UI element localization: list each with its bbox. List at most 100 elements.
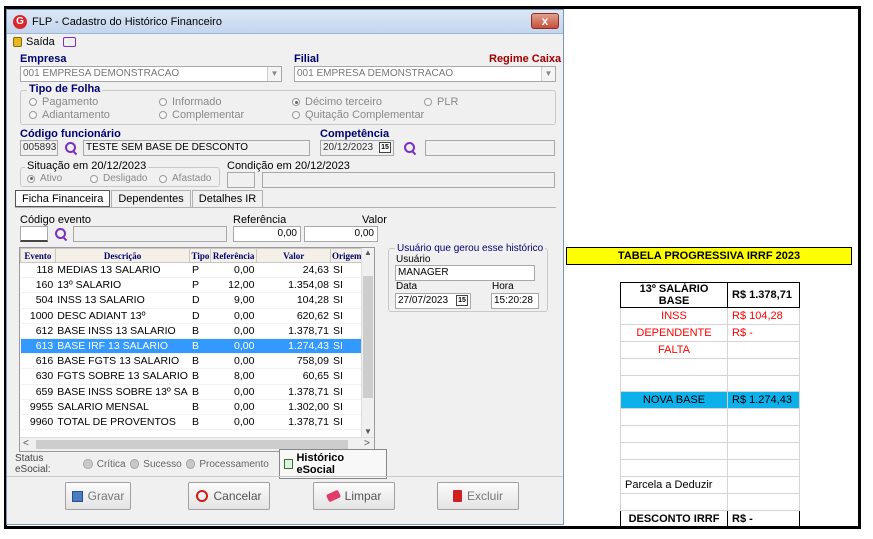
filial-select[interactable]: 001 EMPRESA DEMONSTRACAO ▼ xyxy=(294,66,556,82)
calendar-icon[interactable]: 15 xyxy=(456,295,468,306)
excluir-button[interactable]: Excluir xyxy=(437,482,519,510)
funcionario-code-input[interactable]: 005893 xyxy=(20,140,58,156)
table-row[interactable]: 630 FGTS SOBRE 13 SALARIO B 8,00 60,65 SI xyxy=(20,368,363,385)
valor-input[interactable]: 0,00 xyxy=(304,226,378,242)
radio-ativo[interactable]: Ativo xyxy=(27,173,62,184)
search-icon[interactable] xyxy=(55,228,67,240)
filial-label: Filial xyxy=(294,53,320,65)
grid-header[interactable]: Origem xyxy=(330,248,363,263)
search-icon[interactable] xyxy=(65,142,77,154)
cancelar-button[interactable]: Cancelar xyxy=(188,482,270,510)
radio-pagamento[interactable]: Pagamento xyxy=(29,96,98,108)
scroll-right-icon[interactable]: > xyxy=(364,438,370,449)
grid-header[interactable]: Descrição xyxy=(54,248,191,263)
table-row[interactable]: 118 MEDIAS 13 SALARIO P 0,00 24,63 SI xyxy=(20,262,363,279)
sheet-row: DEPENDENTE R$ - xyxy=(620,323,800,342)
hora-input[interactable]: 15:20:28 xyxy=(491,293,539,309)
tab-ficha-financeira[interactable]: Ficha Financeira xyxy=(15,190,111,207)
scroll-thumb[interactable] xyxy=(363,276,373,398)
radio-adiantamento[interactable]: Adiantamento xyxy=(29,109,110,121)
funcionario-name-input[interactable]: TESTE SEM BASE DE DESCONTO xyxy=(83,140,310,156)
chevron-down-icon[interactable]: ▼ xyxy=(267,67,281,81)
close-button[interactable]: x xyxy=(531,13,559,29)
table-cell: 118 xyxy=(20,262,56,279)
tab-dependentes[interactable]: Dependentes xyxy=(111,190,191,207)
trash-icon xyxy=(452,490,462,502)
table-row[interactable]: 160 13º SALARIO P 12,00 1.354,08 SI xyxy=(20,277,363,294)
condicao-desc-input[interactable] xyxy=(262,172,555,188)
table-cell: INSS 13 SALARIO xyxy=(55,292,190,309)
radio-informado[interactable]: Informado xyxy=(159,96,222,108)
grid-header[interactable]: Valor xyxy=(255,248,332,263)
table-row[interactable]: 659 BASE INSS SOBRE 13º SA B 0,00 1.378,71 SI xyxy=(20,384,363,400)
limpar-button[interactable]: Limpar xyxy=(313,482,395,510)
codigo-evento-input[interactable] xyxy=(20,226,48,242)
table-cell: SI xyxy=(330,308,363,324)
referencia-input[interactable]: 0,00 xyxy=(233,226,301,242)
gravar-button[interactable]: Gravar xyxy=(65,482,131,510)
table-row[interactable]: 9955 SALARIO MENSAL B 0,00 1.302,00 SI xyxy=(20,399,363,415)
table-row[interactable]: 9960 TOTAL DE PROVENTOS B 0,00 1.378,71 SI xyxy=(20,414,363,431)
table-row[interactable]: 612 BASE INSS 13 SALARIO B 0,00 1.378,71 SI xyxy=(20,323,363,339)
search-icon[interactable] xyxy=(404,142,416,154)
table-cell: TOTAL DE PROVENTOS xyxy=(55,414,190,431)
exit-button[interactable]: Saída xyxy=(26,36,55,48)
radio-afastado[interactable]: Afastado xyxy=(159,173,211,184)
chevron-down-icon[interactable]: ▼ xyxy=(541,67,555,81)
radio-quitacao-complementar[interactable]: Quitação Complementar xyxy=(292,109,424,121)
table-row[interactable]: 504 INSS 13 SALARIO D 9,00 104,28 SI xyxy=(20,292,363,309)
lock-icon xyxy=(13,37,22,47)
radio-desligado[interactable]: Desligado xyxy=(90,173,147,184)
radio-plr[interactable]: PLR xyxy=(424,96,458,108)
monitor-icon[interactable] xyxy=(62,37,76,47)
table-row[interactable]: 1000 DESC ADIANT 13º D 0,00 620,62 SI xyxy=(20,308,363,324)
toolbar: Saída xyxy=(13,36,76,48)
vertical-scrollbar[interactable]: ▲ ▼ xyxy=(361,248,374,438)
radio-decimo-terceiro[interactable]: Décimo terceiro xyxy=(292,96,382,108)
eventos-grid[interactable]: Evento Descrição Tipo Referência Valor O… xyxy=(19,247,375,452)
codigo-evento-label: Código evento xyxy=(20,214,91,226)
table-cell: B xyxy=(189,414,211,431)
historico-esocial-button[interactable]: Histórico eSocial xyxy=(278,449,387,479)
irrf-table: 13º SALÁRIO BASE R$ 1.378,71 INSS R$ 104,28… xyxy=(620,282,800,528)
grid-header[interactable]: Evento xyxy=(20,248,56,263)
competencia-extra-input[interactable] xyxy=(425,140,555,156)
sheet-label-cell: DESCONTO IRRF xyxy=(620,509,728,528)
sheet-value-cell xyxy=(727,425,800,444)
sheet-label-cell: 13º SALÁRIO BASE xyxy=(620,282,728,308)
situacao-label: Situação em 20/12/2023 xyxy=(25,160,149,172)
table-cell: SI xyxy=(330,399,363,415)
tab-detalhes-ir[interactable]: Detalhes IR xyxy=(191,190,264,207)
table-cell: D xyxy=(189,292,211,309)
scroll-left-icon[interactable]: < xyxy=(23,438,29,449)
table-cell: MEDIAS 13 SALARIO xyxy=(55,262,190,279)
table-cell: 13º SALARIO xyxy=(55,277,190,294)
calendar-icon[interactable]: 15 xyxy=(379,142,391,153)
sheet-value-cell xyxy=(727,459,800,477)
scroll-up-icon[interactable]: ▲ xyxy=(362,248,374,257)
tipo-folha-label: Tipo de Folha xyxy=(27,83,103,95)
table-cell: 0,00 xyxy=(210,323,257,339)
grid-header[interactable]: Referência xyxy=(210,248,257,263)
empresa-select[interactable]: 001 EMPRESA DEMONSTRACAO ▼ xyxy=(20,66,282,82)
table-cell: DESC ADIANT 13º xyxy=(55,308,190,324)
table-cell: 0,00 xyxy=(210,308,257,324)
scroll-down-icon[interactable]: ▼ xyxy=(362,427,374,436)
condicao-code-input[interactable] xyxy=(227,172,255,188)
usuario-input[interactable]: MANAGER xyxy=(395,265,535,281)
table-cell: 620,62 xyxy=(256,308,331,324)
table-cell: 630 xyxy=(20,368,56,385)
sheet-value-cell: R$ 1.378,71 xyxy=(727,282,800,308)
table-row[interactable]: 613 BASE IRF 13 SALARIO B 0,00 1.274,43 SI xyxy=(20,338,363,355)
status-critica-icon xyxy=(83,459,93,469)
tab-divider xyxy=(15,207,556,208)
evento-desc-input[interactable] xyxy=(73,226,227,242)
table-cell: 1.378,71 xyxy=(256,384,331,400)
radio-complementar[interactable]: Complementar xyxy=(159,109,244,121)
sheet-row: DESCONTO IRRF R$ - xyxy=(620,509,800,528)
hscroll-thumb[interactable] xyxy=(36,440,348,449)
sheet-value-cell xyxy=(727,408,800,427)
grid-header[interactable]: Tipo xyxy=(189,248,212,263)
irrf-table-title: TABELA PROGRESSIVA IRRF 2023 xyxy=(566,247,852,265)
table-row[interactable]: 616 BASE FGTS 13 SALARIO B 0,00 758,09 SI xyxy=(20,353,363,370)
